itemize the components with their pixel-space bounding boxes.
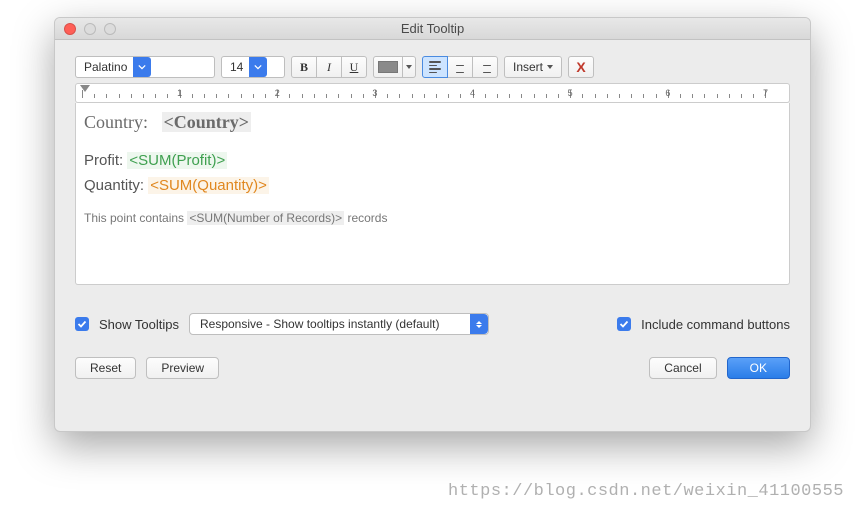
field-sum-profit: <SUM(Profit)> [127, 152, 227, 169]
color-swatch-icon [378, 61, 398, 73]
dialog-window: Edit Tooltip Palatino 14 B I U [54, 17, 811, 432]
tooltip-mode-selector[interactable]: Responsive - Show tooltips instantly (de… [189, 313, 489, 335]
options-row: Show Tooltips Responsive - Show tooltips… [75, 313, 790, 335]
text-color-button[interactable] [373, 56, 403, 78]
color-button-group [373, 56, 416, 78]
text-color-dropdown[interactable] [402, 56, 416, 78]
chevron-down-icon [133, 57, 151, 77]
italic-button[interactable]: I [316, 56, 342, 78]
font-size-value: 14 [222, 60, 249, 74]
stepper-icon [470, 314, 488, 334]
window-title: Edit Tooltip [55, 21, 810, 36]
editor-line-country: Country: <Country> [84, 109, 781, 136]
show-tooltips-checkbox[interactable] [75, 317, 89, 331]
align-left-icon [429, 61, 441, 73]
style-button-group: B I U [291, 56, 367, 78]
include-command-label: Include command buttons [641, 317, 790, 332]
underline-button[interactable]: U [341, 56, 367, 78]
x-icon: X [576, 59, 585, 75]
field-country: <Country> [162, 112, 252, 132]
clear-button-group: X [568, 56, 594, 78]
editor-line-quantity: Quantity: <SUM(Quantity)> [84, 175, 781, 198]
align-right-icon [479, 61, 491, 73]
reset-button[interactable]: Reset [75, 357, 136, 379]
editor-line-profit: Profit: <SUM(Profit)> [84, 150, 781, 173]
font-selector[interactable]: Palatino [75, 56, 215, 78]
titlebar: Edit Tooltip [55, 18, 810, 40]
insert-button[interactable]: Insert [504, 56, 562, 78]
include-command-checkbox[interactable] [617, 317, 631, 331]
field-sum-quantity: <SUM(Quantity)> [148, 177, 269, 194]
editor-line-records: This point contains <SUM(Number of Recor… [84, 209, 781, 227]
preview-button[interactable]: Preview [146, 357, 219, 379]
align-center-button[interactable] [447, 56, 473, 78]
insert-button-group: Insert [504, 56, 562, 78]
align-button-group [422, 56, 498, 78]
tooltip-mode-value: Responsive - Show tooltips instantly (de… [190, 317, 470, 331]
cancel-button[interactable]: Cancel [649, 357, 716, 379]
font-size-selector[interactable]: 14 [221, 56, 285, 78]
bold-button[interactable]: B [291, 56, 317, 78]
ok-button[interactable]: OK [727, 357, 790, 379]
formatting-toolbar: Palatino 14 B I U Insert [75, 56, 790, 78]
watermark: https://blog.csdn.net/weixin_41100555 [448, 482, 844, 501]
tooltip-editor[interactable]: Country: <Country> Profit: <SUM(Profit)>… [75, 103, 790, 285]
align-left-button[interactable] [422, 56, 448, 78]
clear-button[interactable]: X [568, 56, 594, 78]
align-right-button[interactable] [472, 56, 498, 78]
field-sum-records: <SUM(Number of Records)> [187, 211, 344, 225]
align-center-icon [454, 61, 466, 73]
show-tooltips-label: Show Tooltips [99, 317, 179, 332]
dialog-content: Palatino 14 B I U Insert [55, 40, 810, 393]
font-selector-value: Palatino [76, 60, 133, 74]
button-row: Reset Preview Cancel OK [75, 357, 790, 379]
ruler[interactable]: 1234567 [75, 83, 790, 103]
chevron-down-icon [249, 57, 267, 77]
